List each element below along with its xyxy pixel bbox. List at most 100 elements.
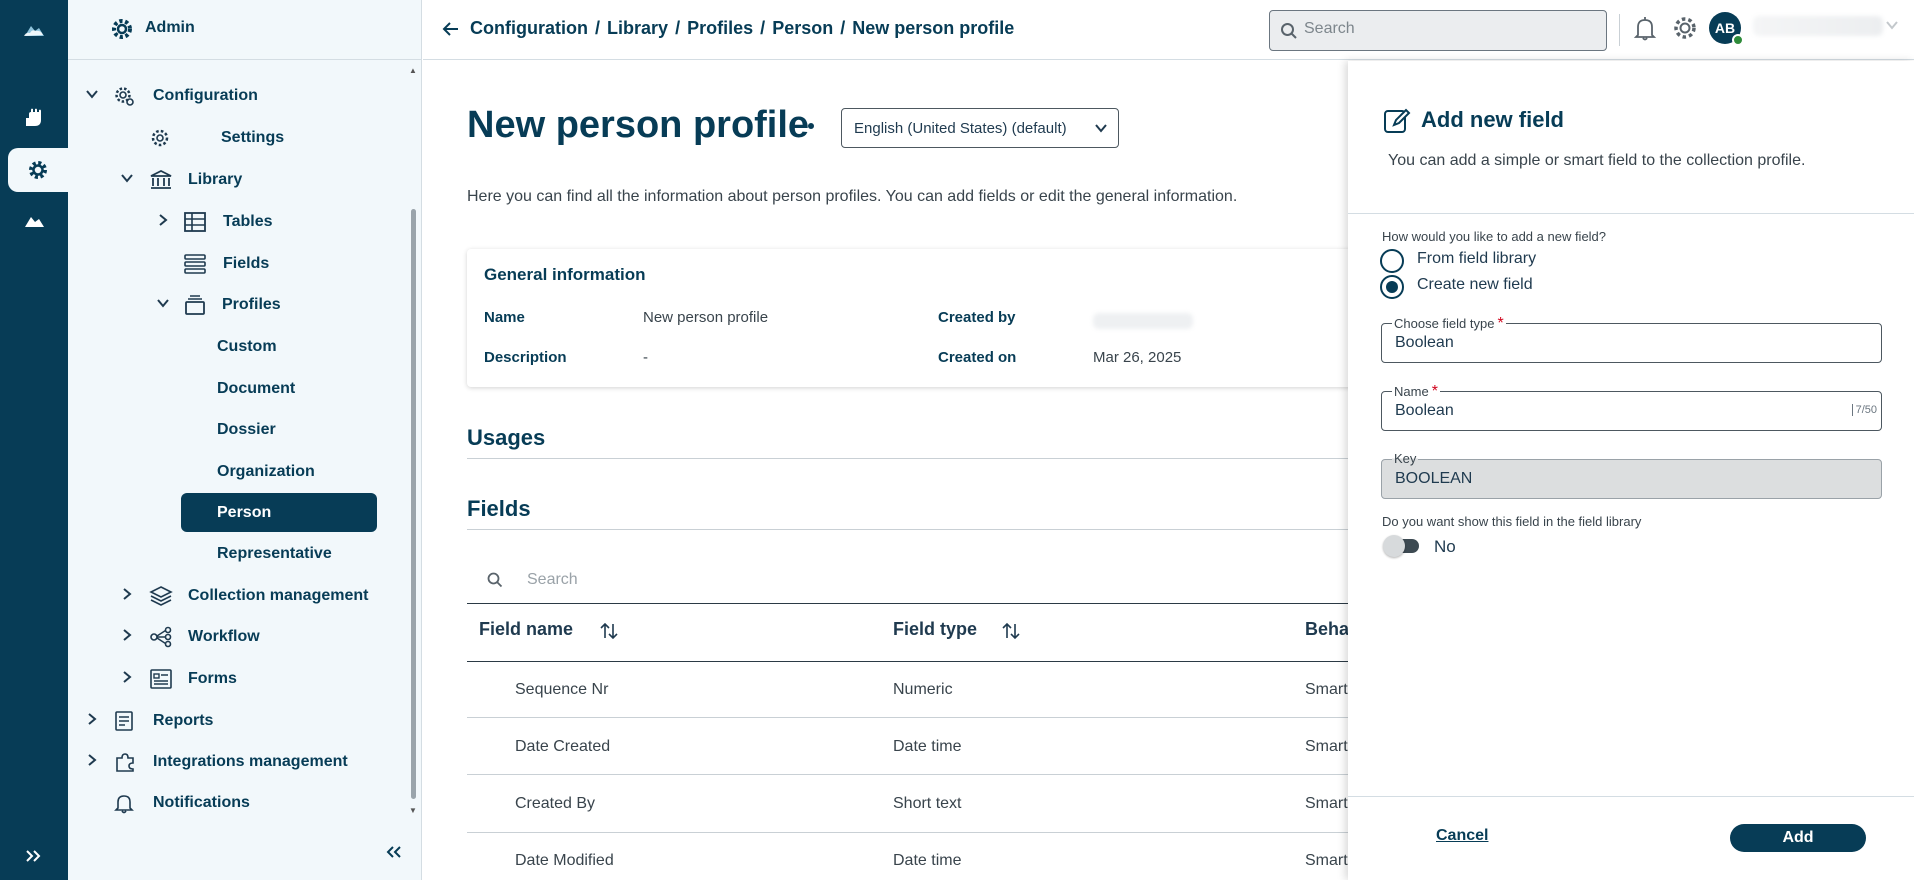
- sidebar-item-label: Person: [217, 504, 272, 521]
- divider: [467, 458, 1348, 459]
- sidebar-item-profiles[interactable]: Profiles: [68, 286, 408, 322]
- chevron-down-icon[interactable]: [85, 87, 99, 106]
- hand-icon[interactable]: [0, 96, 68, 140]
- breadcrumb-separator: /: [595, 18, 601, 38]
- sidebar-item-representative[interactable]: Representative: [68, 535, 408, 571]
- radio-label[interactable]: From field library: [1417, 250, 1536, 268]
- chevron-right-icon[interactable]: [85, 712, 99, 731]
- sidebar-item-label: Library: [188, 171, 243, 188]
- sort-icon[interactable]: [1001, 621, 1021, 646]
- column-header-field-type[interactable]: Field type: [893, 619, 977, 640]
- radio-label[interactable]: Create new field: [1417, 276, 1533, 294]
- search-icon: [1280, 22, 1298, 45]
- column-header-behavior[interactable]: Beha: [1305, 619, 1348, 640]
- double-chevron-left-icon[interactable]: [385, 845, 403, 864]
- breadcrumb-item[interactable]: Person: [772, 18, 833, 38]
- sidebar-header: Admin: [68, 0, 421, 60]
- sidebar-item-notifications[interactable]: Notifications: [68, 784, 408, 820]
- sidebar-item-dossier[interactable]: Dossier: [68, 411, 408, 447]
- sort-icon[interactable]: [599, 621, 619, 646]
- name-field[interactable]: Name * Boolean 7/50: [1381, 383, 1882, 431]
- sidebar-item-fields[interactable]: Fields: [68, 245, 408, 281]
- cloud-alt-icon[interactable]: [0, 200, 68, 244]
- sidebar-item-document[interactable]: Document: [68, 370, 408, 406]
- breadcrumb-item[interactable]: Configuration: [470, 18, 588, 38]
- chevron-right-icon[interactable]: [120, 628, 134, 647]
- column-header-field-name[interactable]: Field name: [479, 619, 573, 640]
- double-chevron-right-icon[interactable]: [0, 834, 68, 878]
- cell-field-type: Date time: [893, 852, 962, 869]
- chevron-down-icon[interactable]: [156, 296, 170, 315]
- breadcrumb-item[interactable]: Library: [607, 18, 668, 38]
- breadcrumb-separator: /: [675, 18, 681, 38]
- chevron-right-icon[interactable]: [120, 587, 134, 606]
- gear-icon[interactable]: [1671, 14, 1699, 47]
- global-search[interactable]: [1269, 10, 1607, 51]
- cell-field-name: Sequence Nr: [515, 681, 609, 698]
- fields-search-input[interactable]: [527, 571, 1027, 589]
- sidebar-item-organization[interactable]: Organization: [68, 453, 408, 489]
- radio-from-library[interactable]: [1380, 249, 1404, 273]
- search-icon: [487, 572, 503, 593]
- sidebar-item-settings[interactable]: Settings: [68, 119, 408, 155]
- avatar-initials: AB: [1714, 20, 1736, 36]
- bell-icon[interactable]: [1633, 16, 1657, 47]
- field-label: Name *: [1392, 383, 1440, 401]
- sidebar-item-configuration[interactable]: Configuration: [68, 77, 408, 113]
- breadcrumb-item[interactable]: Profiles: [687, 18, 753, 38]
- arrow-left-icon[interactable]: [441, 19, 461, 44]
- user-name-blurred[interactable]: [1753, 16, 1883, 36]
- cell-field-name: Created By: [515, 795, 596, 812]
- language-select[interactable]: English (United States) (default): [841, 108, 1119, 148]
- scrollbar-thumb[interactable]: [411, 209, 416, 799]
- radio-create-new[interactable]: [1380, 275, 1404, 299]
- drawer-title: Add new field: [1421, 107, 1564, 132]
- description-label: Description: [484, 349, 567, 366]
- field-label: Key: [1392, 451, 1419, 466]
- sidebar-item-tables[interactable]: Tables: [68, 203, 408, 239]
- cloud-icon[interactable]: [0, 9, 68, 53]
- scroll-up-icon[interactable]: ▲: [409, 66, 417, 75]
- sidebar-item-label: Settings: [221, 129, 285, 146]
- chevron-down-icon[interactable]: [1885, 18, 1899, 37]
- search-input[interactable]: [1304, 20, 1594, 38]
- sidebar-item-custom[interactable]: Custom: [68, 328, 408, 364]
- sidebar-item-forms[interactable]: Forms: [68, 660, 408, 696]
- divider: [1348, 796, 1914, 797]
- sidebar-item-collection-management[interactable]: Collection management: [68, 577, 408, 613]
- sidebar-item-label: Document: [217, 380, 296, 397]
- sidebar-item-person[interactable]: Person: [68, 494, 408, 530]
- field-label-text: Name: [1394, 384, 1429, 399]
- chevron-right-icon[interactable]: [156, 213, 170, 232]
- avatar[interactable]: AB: [1709, 12, 1744, 46]
- row-divider: [467, 717, 1348, 718]
- chevron-right-icon[interactable]: [120, 670, 134, 689]
- field-value: Boolean: [1395, 402, 1454, 419]
- sidebar-item-label: Profiles: [222, 296, 281, 313]
- char-counter: 7/50: [1851, 404, 1877, 416]
- toggle-knob: [1383, 535, 1405, 557]
- chevron-down-icon[interactable]: [120, 171, 134, 190]
- fields-search[interactable]: [467, 556, 1348, 604]
- sidebar-item-integrations-management[interactable]: Integrations management: [68, 743, 408, 779]
- cancel-button[interactable]: Cancel: [1436, 827, 1488, 845]
- field-type-select[interactable]: Choose field type * Boolean: [1381, 315, 1882, 363]
- add-button[interactable]: Add: [1730, 824, 1866, 852]
- language-value: English (United States) (default): [854, 120, 1067, 137]
- sidebar-item-label: Representative: [217, 545, 332, 562]
- chevron-right-icon[interactable]: [85, 753, 99, 772]
- report-icon: [113, 710, 135, 737]
- settings-cog-icon[interactable]: [8, 148, 68, 192]
- created-by-label: Created by: [938, 309, 1016, 326]
- cell-field-type: Short text: [893, 795, 962, 812]
- layers-icon: [149, 585, 173, 612]
- cell-field-type: Date time: [893, 738, 962, 755]
- scroll-down-icon[interactable]: ▼: [409, 806, 417, 815]
- sidebar-item-workflow[interactable]: Workflow: [68, 618, 408, 654]
- sidebar-item-library[interactable]: Library: [68, 161, 408, 197]
- show-in-library-toggle[interactable]: [1383, 535, 1423, 557]
- puzzle-icon: [113, 751, 137, 778]
- gear-icon: [110, 17, 134, 46]
- sidebar-scrollbar[interactable]: ▲ ▼: [409, 66, 417, 816]
- sidebar-item-reports[interactable]: Reports: [68, 702, 408, 738]
